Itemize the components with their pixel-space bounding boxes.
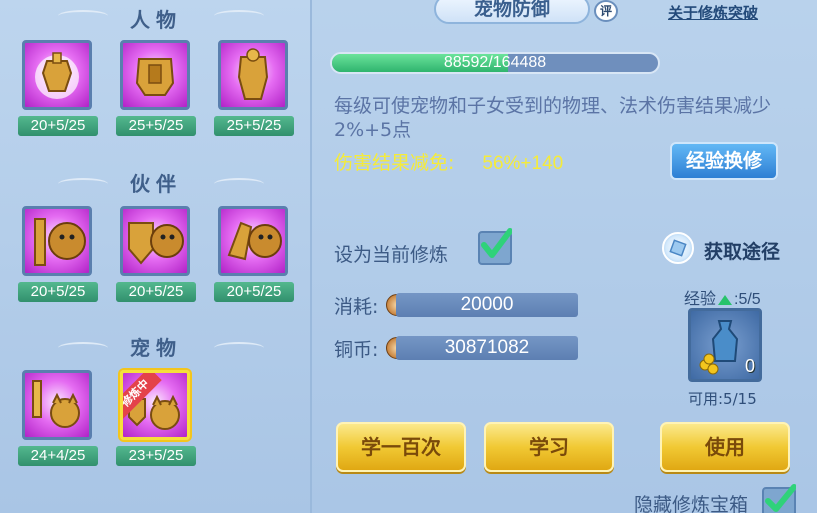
- skill-level-text: 20+5/25: [128, 283, 184, 300]
- copper-value: 30871082: [396, 336, 578, 360]
- skill-level-text: 20+5/25: [226, 283, 282, 300]
- cost-value: 20000: [396, 293, 578, 317]
- set-current-label: 设为当前修炼: [334, 244, 449, 266]
- sword-lion-icon: [34, 218, 86, 266]
- skill-level-bar: 20+5/25: [18, 116, 98, 136]
- learn-hundred-button[interactable]: 学一百次: [336, 422, 466, 472]
- gem-icon: [669, 239, 687, 257]
- exp-label-text: 经验: [684, 289, 717, 308]
- check-icon: [481, 228, 512, 258]
- cultivation-detail-panel: 宠物防御 评 关于修炼突破 88592/164488 每级可使宠物和子女受到的物…: [314, 0, 817, 513]
- page-title: 宠物防御: [434, 0, 590, 24]
- armor-glow-icon: [35, 52, 79, 99]
- skill-slot[interactable]: 20+5/25: [214, 206, 294, 302]
- skill-icon-frame: [22, 370, 92, 440]
- section-title-partner: 伙伴: [130, 172, 182, 196]
- hide-treasure-label: 隐藏修炼宝箱: [634, 494, 749, 513]
- skill-level-text: 24+4/25: [30, 447, 86, 464]
- reduction-value: 56%+140: [482, 153, 564, 174]
- progress-text: 88592/164488: [443, 54, 547, 71]
- skill-level-bar: 25+5/25: [116, 116, 196, 136]
- armor-chest-icon: [135, 58, 175, 96]
- skill-icon-frame: [120, 206, 190, 276]
- skill-slot[interactable]: 25+5/25: [214, 40, 294, 136]
- skill-slot[interactable]: 25+5/25: [116, 40, 196, 136]
- skill-level-text: 25+5/25: [128, 117, 184, 134]
- exp-exchange-button[interactable]: 经验换修: [670, 142, 778, 180]
- skill-level-text: 20+5/25: [30, 283, 86, 300]
- exp-counter: 经验 :5/5: [684, 285, 761, 309]
- skill-icon-frame: [22, 206, 92, 276]
- skill-slot[interactable]: 24+4/25: [18, 370, 98, 466]
- skill-slot[interactable]: 20+5/25: [18, 206, 98, 302]
- skill-level-bar: 25+5/25: [214, 116, 294, 136]
- skill-icon-frame: [120, 40, 190, 110]
- section-title-character: 人物: [130, 8, 182, 32]
- skill-slot[interactable]: 20+5/25: [18, 40, 98, 136]
- skill-slot[interactable]: 20+5/25: [116, 206, 196, 302]
- skill-level-bar: 20+5/25: [18, 282, 98, 302]
- experience-progress-bar: 88592/164488: [330, 52, 660, 74]
- armor-suit-icon: [237, 48, 269, 100]
- glove-lion-icon: [227, 221, 282, 261]
- skill-icon-frame: 修炼中: [120, 370, 190, 440]
- skill-level-bar: 24+4/25: [18, 446, 98, 466]
- skill-level-bar: 20+5/25: [214, 282, 294, 302]
- learn-button[interactable]: 学习: [484, 422, 614, 472]
- skill-icon-frame: [218, 40, 288, 110]
- skill-level-text: 25+5/25: [226, 117, 282, 134]
- skill-icon-frame: [218, 206, 288, 276]
- use-button[interactable]: 使用: [660, 422, 790, 472]
- available-count: 可用:5/15: [688, 390, 757, 408]
- cost-label: 消耗:: [334, 296, 379, 318]
- skill-slot-selected[interactable]: 修炼中 23+5/25: [116, 370, 196, 466]
- rate-button[interactable]: 评: [594, 0, 618, 22]
- pet-sword-icon: [32, 380, 80, 428]
- item-count: 0: [744, 356, 755, 376]
- skill-level-text: 23+5/25: [128, 447, 184, 464]
- skill-level-bar: 23+5/25: [116, 446, 196, 466]
- about-breakthrough-link[interactable]: 关于修炼突破: [668, 2, 758, 23]
- skill-icon-frame: [22, 40, 92, 110]
- copper-label: 铜币:: [334, 339, 379, 361]
- damage-reduction-row: 伤害结果减免: 56%+140: [334, 148, 563, 175]
- get-source-icon[interactable]: [662, 232, 694, 264]
- reduction-label: 伤害结果减免:: [334, 152, 455, 174]
- treasure-item-slot[interactable]: 0: [688, 308, 762, 382]
- check-icon: [765, 484, 796, 512]
- skill-level-text: 20+5/25: [30, 117, 86, 134]
- exp-value: :5/5: [734, 291, 761, 308]
- shield-lion-icon: [128, 222, 184, 265]
- arrow-up-icon: [718, 294, 733, 305]
- set-current-checkbox[interactable]: [478, 228, 512, 265]
- section-title-pet: 宠物: [130, 336, 182, 360]
- skill-level-bar: 20+5/25: [116, 282, 196, 302]
- get-source-link[interactable]: 获取途径: [704, 237, 780, 264]
- cultivation-category-panel: 人物 20+5/25 25+5/25 25+5/25 伙伴 20+5/25 20…: [0, 0, 312, 513]
- hide-treasure-checkbox[interactable]: [762, 484, 796, 513]
- skill-description: 每级可使宠物和子女受到的物理、法术伤害结果减少2%+5点: [334, 95, 772, 141]
